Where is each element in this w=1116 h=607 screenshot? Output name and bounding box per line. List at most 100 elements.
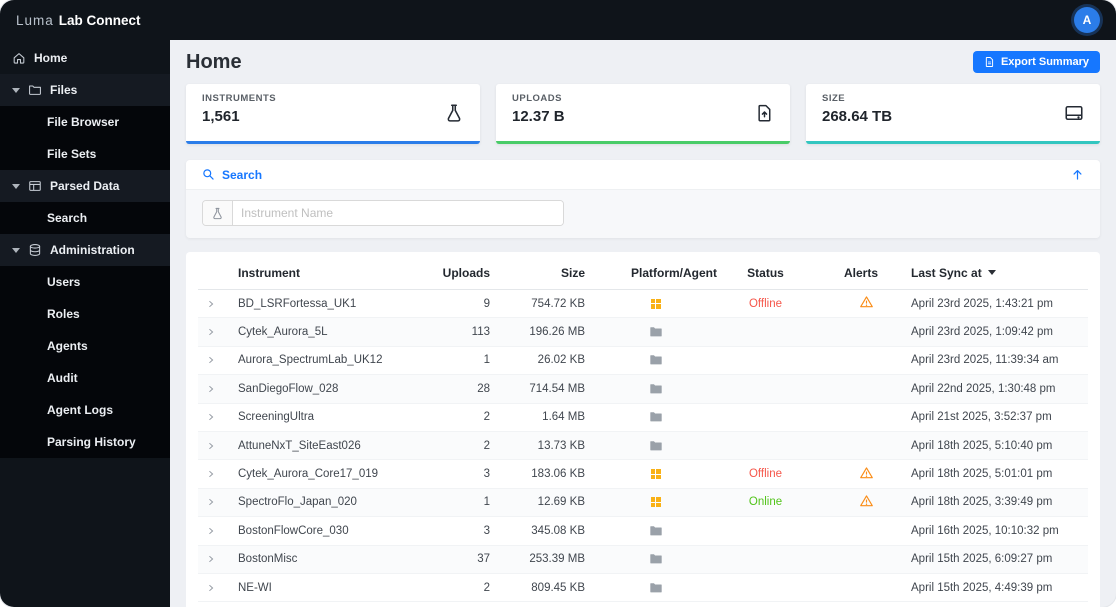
col-platform-agent[interactable]: Platform/Agent [593, 266, 718, 280]
sidebar-item-audit[interactable]: Audit [0, 362, 170, 394]
size-value: 1.64 MB [542, 411, 585, 424]
status-cell: Offline [718, 298, 813, 310]
expand-row-icon[interactable] [198, 299, 238, 309]
sidebar-group-parsed-data[interactable]: Parsed Data [0, 170, 170, 202]
table-row[interactable]: AttuneNxT_SiteEast026 2 13.73 KB April 1… [198, 431, 1088, 461]
platform-cell [593, 497, 718, 508]
table-row[interactable]: SanDiegoFlow_028 28 714.54 MB April 22nd… [198, 375, 1088, 404]
storage-icon [1064, 103, 1084, 123]
windows-platform-icon [650, 298, 661, 309]
folder-agent-icon [649, 412, 662, 422]
sidebar-item-label: File Sets [47, 147, 97, 161]
platform-cell [593, 439, 718, 453]
sidebar-item-file-sets[interactable]: File Sets [0, 138, 170, 170]
table-row[interactable]: Cytek_Aurora_5L 113 196.26 MB April 23rd… [198, 318, 1088, 347]
uploads-count: 3 [483, 468, 490, 481]
app-window: Luma Lab Connect A Home Files File Brows… [0, 0, 1116, 607]
uploads-count: 37 [477, 553, 490, 566]
col-status[interactable]: Status [718, 266, 813, 280]
instrument-name: Aurora_SpectrumLab_UK12 [238, 354, 383, 367]
platform-cell [593, 552, 718, 566]
table-row[interactable]: NE-WI 2 809.45 KB April 15th 2025, 4:49:… [198, 574, 1088, 603]
size-value: 754.72 KB [531, 297, 585, 310]
col-instrument[interactable]: Instrument [238, 266, 418, 280]
instrument-icon [444, 103, 464, 123]
expand-row-icon[interactable] [198, 554, 238, 564]
sidebar-item-agents[interactable]: Agents [0, 330, 170, 362]
instrument-name: ScreeningUltra [238, 411, 315, 424]
last-sync-value: April 21st 2025, 3:52:37 pm [911, 411, 1052, 424]
sidebar-item-label: Search [47, 211, 88, 225]
home-icon [12, 51, 26, 65]
size-value: 26.02 KB [537, 354, 585, 367]
table-row[interactable]: SpectroFlo_Japan_020 1 12.69 KB Online A… [198, 488, 1088, 518]
col-alerts[interactable]: Alerts [813, 266, 888, 280]
database-icon [28, 243, 42, 257]
expand-row-icon[interactable] [198, 441, 238, 451]
uploads-count: 9 [483, 297, 490, 310]
logo-primary: Luma [16, 12, 54, 28]
expand-row-icon[interactable] [198, 526, 238, 536]
col-uploads[interactable]: Uploads [418, 266, 498, 280]
uploads-count: 1 [483, 354, 490, 367]
export-summary-button[interactable]: Export Summary [972, 51, 1100, 73]
instrument-name-input[interactable] [233, 201, 563, 225]
table-row[interactable]: BD_LSRFortessa_UK1 9 754.72 KB Offline A… [198, 290, 1088, 319]
sidebar-group-files[interactable]: Files [0, 74, 170, 106]
instrument-name: SpectroFlo_Japan_020 [238, 496, 357, 509]
sidebar-group-label: Administration [50, 243, 135, 257]
sidebar-parsed-data-children: Search [0, 202, 170, 234]
upload-file-icon [755, 103, 774, 123]
expand-row-icon[interactable] [198, 384, 238, 394]
table-row[interactable]: BostonMisc 37 253.39 MB April 15th 2025,… [198, 545, 1088, 574]
expand-row-icon[interactable] [198, 412, 238, 422]
platform-cell [593, 298, 718, 309]
expand-row-icon[interactable] [198, 355, 238, 365]
col-size[interactable]: Size [498, 266, 593, 280]
size-value: 13.73 KB [537, 439, 585, 452]
sidebar-item-search[interactable]: Search [0, 202, 170, 234]
status-text: Offline [748, 297, 783, 310]
uploads-count: 3 [483, 524, 490, 537]
platform-cell [593, 581, 718, 595]
table-row[interactable]: Cytek_Aurora_Core17_019 3 183.06 KB Offl… [198, 460, 1088, 489]
col-last-sync[interactable]: Last Sync at [888, 266, 1088, 280]
folder-agent-icon [649, 327, 662, 337]
col-last-sync-label: Last Sync at [911, 265, 982, 280]
sidebar-group-label: Files [50, 83, 78, 97]
app-logo: Luma Lab Connect [16, 13, 141, 28]
sidebar: Home Files File Browser File Sets Parsed… [0, 40, 170, 607]
expand-row-icon[interactable] [198, 497, 238, 507]
avatar[interactable]: A [1074, 7, 1100, 33]
table-header: Instrument Uploads Size Platform/Agent S… [198, 256, 1088, 290]
size-value: 253.39 MB [529, 553, 585, 566]
sidebar-item-file-browser[interactable]: File Browser [0, 106, 170, 138]
sidebar-item-home[interactable]: Home [0, 42, 170, 74]
search-panel-label: Search [222, 167, 263, 182]
sidebar-group-administration[interactable]: Administration [0, 234, 170, 266]
instrument-name: BD_LSRFortessa_UK1 [238, 297, 357, 310]
search-panel-title[interactable]: Search [202, 168, 262, 182]
sidebar-item-label: Home [34, 51, 68, 65]
uploads-count: 1 [483, 496, 490, 509]
sidebar-item-users[interactable]: Users [0, 266, 170, 298]
size-card: SIZE 268.64 TB [806, 84, 1100, 144]
sidebar-item-parsing-history[interactable]: Parsing History [0, 426, 170, 458]
card-value: 1,561 [202, 108, 240, 125]
export-file-icon [984, 56, 995, 68]
sidebar-item-agent-logs[interactable]: Agent Logs [0, 394, 170, 426]
expand-row-icon[interactable] [198, 469, 238, 479]
sidebar-item-label: Agents [47, 339, 88, 353]
sidebar-item-roles[interactable]: Roles [0, 298, 170, 330]
table-row[interactable]: BostonFlowCore_030 3 345.08 KB April 16t… [198, 517, 1088, 546]
chevron-down-icon [12, 183, 20, 189]
search-panel-header: Search [186, 160, 1100, 190]
expand-row-icon[interactable] [198, 583, 238, 593]
platform-cell [593, 353, 718, 367]
expand-row-icon[interactable] [198, 327, 238, 337]
uploads-count: 28 [477, 382, 490, 395]
table-row[interactable]: ScreeningUltra 2 1.64 MB April 21st 2025… [198, 404, 1088, 432]
collapse-panel-icon[interactable] [1071, 168, 1084, 181]
table-row[interactable]: Aurora_SpectrumLab_UK12 1 26.02 KB April… [198, 347, 1088, 376]
size-value: 714.54 MB [529, 382, 585, 395]
